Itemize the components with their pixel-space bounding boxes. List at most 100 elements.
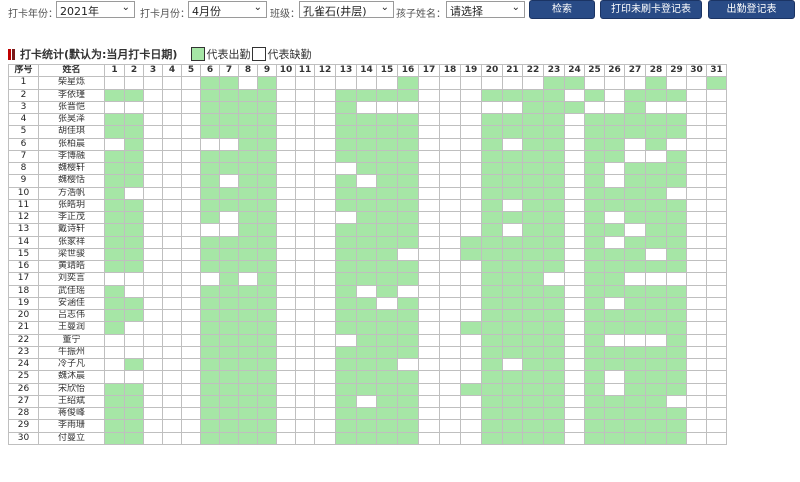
- attendance-cell-absent: [686, 382, 707, 396]
- attendance-cell-present: [666, 345, 687, 360]
- attendance-cell-present: [376, 394, 398, 409]
- day-header: 17: [418, 63, 440, 78]
- attendance-cell-absent: [314, 394, 336, 409]
- day-header: 26: [604, 63, 625, 78]
- attendance-cell-present: [502, 259, 523, 274]
- attendance-cell-absent: [686, 357, 707, 372]
- chevron-down-icon: ⌄: [121, 2, 130, 13]
- table-row: 30 付曼立: [8, 431, 727, 445]
- attendance-cell-present: [238, 406, 258, 421]
- attendance-cell-present: [335, 186, 357, 200]
- attendance-cell-present: [666, 247, 687, 262]
- attendance-cell-present: [335, 357, 357, 372]
- attendance-cell-present: [522, 370, 544, 384]
- attendance-cell-absent: [706, 321, 727, 335]
- attendance-cell-present: [706, 76, 727, 90]
- attendance-cell-present: [522, 296, 544, 311]
- attendance-cell-absent: [314, 272, 336, 286]
- day-header: 9: [257, 63, 277, 78]
- attendance-cell-present: [219, 333, 239, 347]
- attendance-cell-present: [238, 284, 258, 298]
- attendance-cell-absent: [706, 284, 727, 298]
- attendance-cell-absent: [439, 161, 461, 176]
- attendance-cell-absent: [439, 125, 461, 139]
- attendance-cell-present: [200, 112, 220, 127]
- attendance-cell-present: [376, 284, 398, 298]
- attendance-cell-absent: [686, 333, 707, 347]
- attendance-cell-present: [124, 149, 144, 164]
- row-index: 23: [8, 345, 39, 360]
- attendance-cell-absent: [276, 235, 296, 249]
- attendance-cell-absent: [276, 100, 296, 115]
- attendance-cell-present: [584, 431, 605, 445]
- attendance-cell-present: [219, 112, 239, 127]
- table-row: 6 张柏晨: [8, 137, 727, 151]
- month-select[interactable]: 4月份 ⌄: [188, 1, 267, 18]
- attendance-cell-present: [104, 210, 125, 225]
- attendance-cell-absent: [181, 370, 201, 384]
- attendance-cell-absent: [276, 333, 296, 347]
- attendance-cell-absent: [162, 88, 182, 102]
- attendance-cell-absent: [124, 284, 144, 298]
- attendance-cell-present: [502, 308, 523, 323]
- year-select[interactable]: 2021年 ⌄: [56, 1, 135, 18]
- attendance-cell-absent: [124, 100, 144, 115]
- child-select[interactable]: 请选择 ⌄: [446, 1, 525, 18]
- attendance-cell-present: [238, 394, 258, 409]
- attendance-cell-present: [238, 149, 258, 164]
- attendance-cell-absent: [143, 198, 163, 213]
- attendance-cell-present: [335, 394, 357, 409]
- attendance-cell-absent: [706, 88, 727, 102]
- attendance-cell-present: [481, 284, 503, 298]
- attendance-cell-absent: [314, 137, 336, 151]
- attendance-cell-present: [200, 198, 220, 213]
- attendance-cell-absent: [522, 76, 544, 90]
- attendance-cell-present: [460, 321, 482, 335]
- attendance-cell-absent: [645, 272, 667, 286]
- attendance-cell-present: [238, 198, 258, 213]
- attendance-cell-absent: [686, 186, 707, 200]
- attendance-cell-present: [645, 76, 667, 90]
- class-select[interactable]: 孔雀石(井层) ⌄: [299, 1, 394, 18]
- attendance-cell-absent: [686, 284, 707, 298]
- attendance-cell-absent: [295, 76, 315, 90]
- attendance-cell-absent: [439, 198, 461, 213]
- attendance-cell-present: [481, 357, 503, 372]
- attendance-cell-present: [200, 419, 220, 433]
- attendance-cell-present: [481, 259, 503, 274]
- day-header: 21: [502, 63, 523, 78]
- attendance-cell-present: [584, 284, 605, 298]
- attendance-cell-absent: [645, 247, 667, 262]
- search-button[interactable]: 检索: [529, 0, 595, 19]
- attendance-cell-absent: [564, 431, 585, 445]
- table-row: 8 魏樱轩: [8, 161, 727, 176]
- attendance-cell-absent: [460, 308, 482, 323]
- attendance-cell-present: [604, 149, 625, 164]
- attendance-cell-absent: [397, 284, 419, 298]
- child-name: 柴星烁: [38, 76, 105, 90]
- day-header: 27: [624, 63, 646, 78]
- attendance-cell-absent: [439, 235, 461, 249]
- attendance-cell-present: [397, 210, 419, 225]
- attendance-cell-absent: [686, 272, 707, 286]
- attendance-cell-present: [522, 259, 544, 274]
- attendance-cell-absent: [314, 161, 336, 176]
- attendance-cell-absent: [686, 345, 707, 360]
- page-title: 打卡统计(默认为:当月打卡日期): [20, 48, 178, 61]
- attendance-cell-absent: [439, 382, 461, 396]
- table-row: 25 魏沐晨: [8, 370, 727, 384]
- attendance-cell-absent: [439, 345, 461, 360]
- attendance-cell-present: [543, 210, 565, 225]
- attendance-cell-absent: [564, 137, 585, 151]
- attendance-cell-absent: [181, 272, 201, 286]
- row-index: 12: [8, 210, 39, 225]
- attendance-cell-absent: [564, 210, 585, 225]
- print-unswiped-button[interactable]: 打印未刷卡登记表: [600, 0, 702, 19]
- attendance-cell-absent: [181, 357, 201, 372]
- attendance-register-button[interactable]: 出勤登记表: [708, 0, 795, 19]
- attendance-cell-absent: [564, 345, 585, 360]
- attendance-cell-absent: [686, 296, 707, 311]
- attendance-cell-present: [376, 112, 398, 127]
- attendance-cell-present: [257, 333, 277, 347]
- attendance-cell-absent: [418, 431, 440, 445]
